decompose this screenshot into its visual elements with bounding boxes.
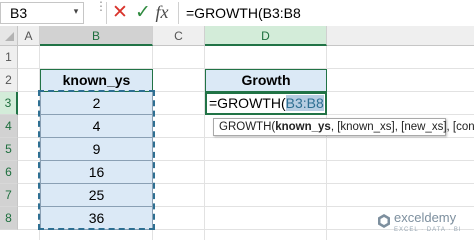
- row-header-7[interactable]: 7: [0, 184, 18, 207]
- row-header-8[interactable]: 8: [0, 207, 18, 230]
- select-all-triangle-icon: [5, 32, 14, 41]
- range-selection-marquee: [38, 90, 155, 230]
- column-header-c[interactable]: C: [153, 26, 205, 46]
- active-edit-cell[interactable]: =GROWTH(B3:B8: [205, 92, 327, 115]
- formula-prefix: =GROWTH(: [209, 95, 286, 111]
- insert-function-icon[interactable]: fx: [151, 1, 173, 23]
- watermark-tagline: EXCEL · DATA · BI: [394, 227, 462, 233]
- exceldemy-logo-icon: [378, 214, 390, 228]
- tooltip-current-argument[interactable]: known_ys: [275, 121, 331, 133]
- range-reference: B3:B8: [285, 95, 324, 111]
- column-header-e[interactable]: [327, 26, 474, 46]
- tooltip-function-name[interactable]: GROWTH(: [219, 121, 275, 133]
- column-header-b[interactable]: B: [40, 26, 153, 46]
- tooltip-other-arguments: , [known_xs], [new_xs], [const]): [330, 121, 474, 133]
- formula-input[interactable]: =GROWTH(B3:B8: [178, 2, 474, 24]
- name-box-dropdown-icon[interactable]: ▾: [70, 4, 82, 18]
- known-ys-header-cell[interactable]: known_ys: [40, 69, 153, 92]
- row-header-1[interactable]: 1: [0, 46, 18, 69]
- row-header-6[interactable]: 6: [0, 161, 18, 184]
- row-header-2[interactable]: 2: [0, 69, 18, 92]
- formula-bar-divider: [106, 2, 107, 24]
- row-header-4[interactable]: 4: [0, 115, 18, 138]
- watermark-name: exceldemy: [394, 210, 457, 225]
- formula-bar-grip-icon[interactable]: ⋮: [95, 0, 107, 23]
- growth-header-cell[interactable]: Growth: [205, 69, 327, 92]
- column-header-d[interactable]: D: [205, 26, 327, 46]
- row-header-3[interactable]: 3: [0, 92, 18, 115]
- enter-icon[interactable]: ✓: [133, 2, 153, 24]
- row-header-5[interactable]: 5: [0, 138, 18, 161]
- cancel-icon[interactable]: ✕: [110, 2, 130, 24]
- column-header-a[interactable]: A: [18, 26, 40, 46]
- function-argument-tooltip[interactable]: GROWTH(known_ys, [known_xs], [new_xs], […: [213, 118, 474, 136]
